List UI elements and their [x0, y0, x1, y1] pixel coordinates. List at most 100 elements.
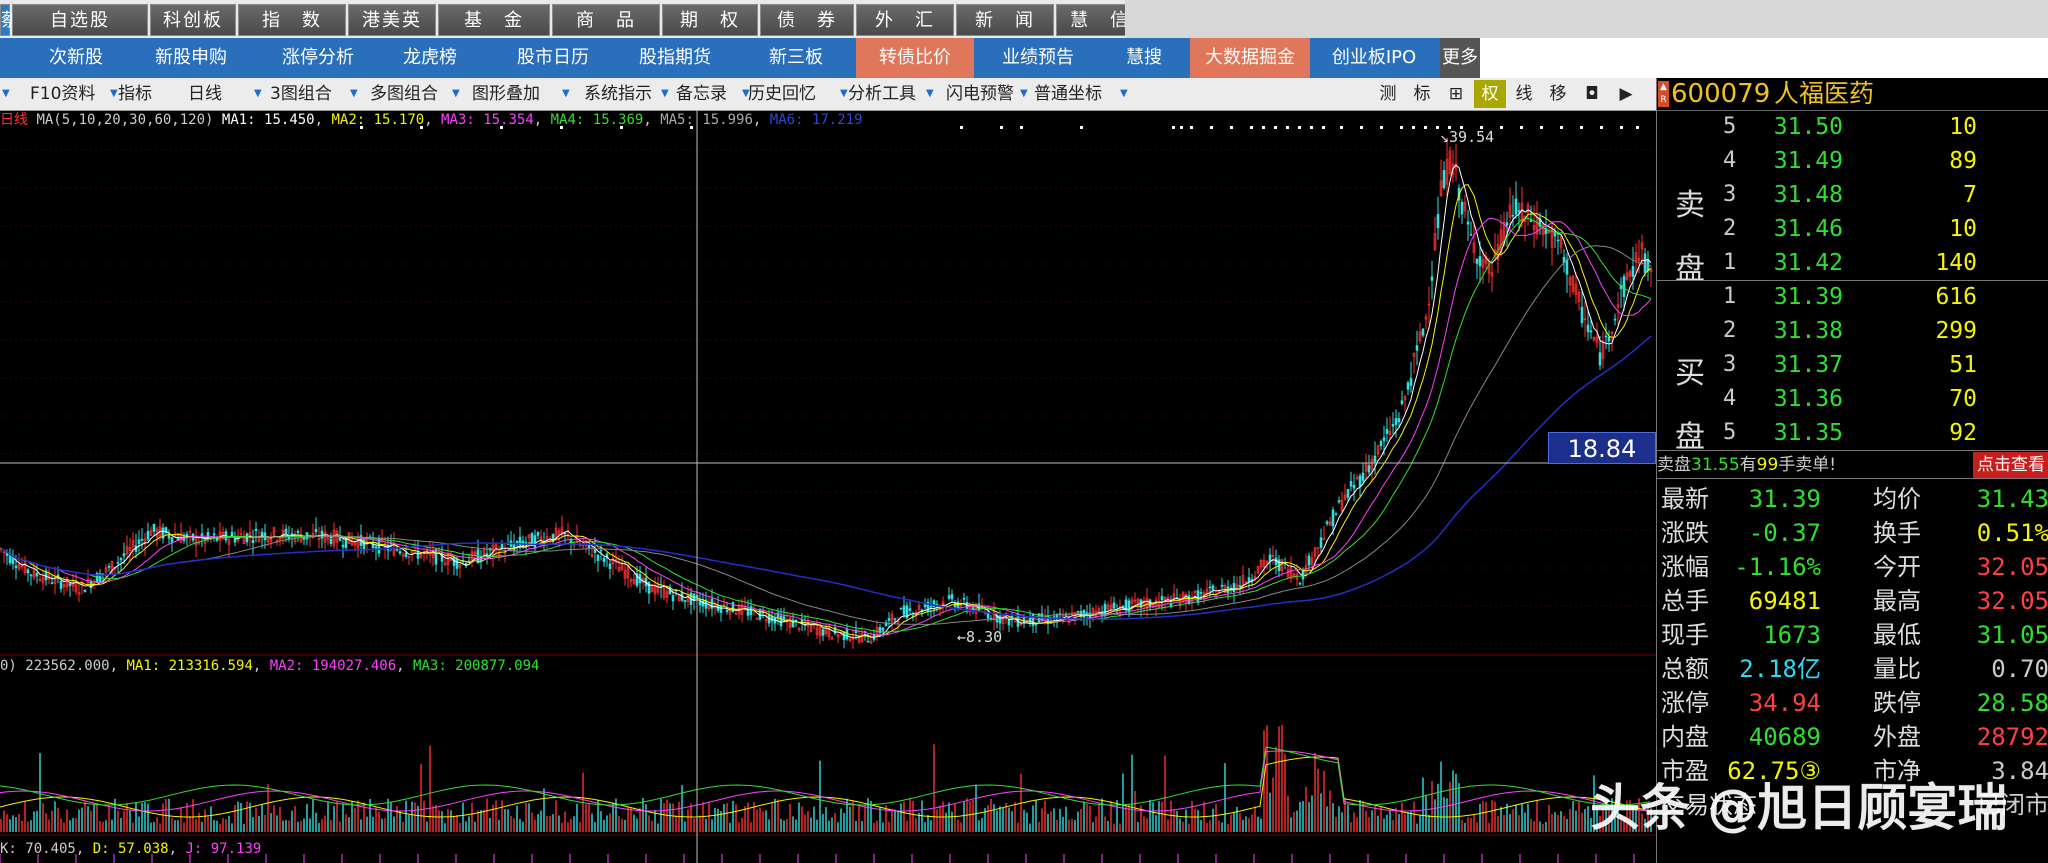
top-tab-5[interactable]: 基 金 — [438, 4, 550, 36]
buy-level-row[interactable]: 4 31.36 70 — [1657, 382, 2048, 416]
period-label: 日线 — [0, 112, 28, 128]
toolbar-dropdown-icon[interactable]: ▼ — [350, 80, 360, 108]
top-tab-3[interactable]: 指 数 — [238, 4, 346, 36]
sell-level-row[interactable]: 4 31.49 89 — [1657, 144, 2048, 178]
candle-body — [758, 608, 762, 620]
top-tab-1[interactable]: 自选股 — [12, 4, 148, 36]
candle-body — [1352, 484, 1356, 489]
candle-body — [866, 640, 870, 643]
nav-item-1[interactable]: 新股申购 — [136, 38, 246, 78]
candle-body — [1598, 352, 1602, 366]
nav-item-5[interactable]: 股指期货 — [620, 38, 730, 78]
toolbar-item-6[interactable]: 系统指示 — [584, 80, 652, 108]
buy-price: 31.36 — [1773, 386, 1843, 412]
sell-level-row[interactable]: 3 31.48 7 — [1657, 178, 2048, 212]
toolbar-item-8[interactable]: 历史回忆 — [748, 80, 816, 108]
stat-value: 2.18亿 — [1739, 655, 1821, 683]
feature-nav-bar: 次新股 新股申购 涨停分析 龙虎榜 股市日历 股指期货 新三板 转债比价 业绩预告 慧搜 大数据掘金… — [0, 38, 2048, 78]
toolbar-item-1[interactable]: 指标 — [118, 80, 152, 108]
toolbar-item-7[interactable]: 备忘录 — [676, 80, 727, 108]
top-tab-7[interactable]: 期 权 — [662, 4, 758, 36]
sell-level-row[interactable]: 2 31.46 10 — [1657, 212, 2048, 246]
nav-item-10[interactable]: 大数据掘金 — [1190, 38, 1310, 78]
chart-tool-0[interactable]: 测 — [1372, 80, 1404, 108]
toolbar-item-10[interactable]: 闪电预警 — [946, 80, 1014, 108]
event-marker — [1360, 126, 1363, 129]
event-marker — [1636, 126, 1639, 129]
kline-chart[interactable]: ↘39.54 ←8.30 — [0, 110, 1656, 863]
candle-body — [563, 532, 567, 535]
candle-body — [1604, 335, 1608, 338]
toolbar-dropdown-icon[interactable]: ▼ — [254, 80, 264, 108]
candle-body — [1160, 595, 1164, 601]
candle-body — [683, 600, 687, 602]
chart-tool-3[interactable]: 权 — [1474, 80, 1506, 108]
chart-tool-5[interactable]: 移 — [1542, 80, 1574, 108]
candle-body — [1199, 592, 1203, 594]
nav-item-3[interactable]: 龙虎榜 — [380, 38, 480, 78]
sell-level-row[interactable]: 5 31.50 10 — [1657, 110, 2048, 144]
candle-body — [947, 595, 951, 599]
candle-body — [59, 580, 63, 590]
top-tab-4[interactable]: 港美英 — [348, 4, 436, 36]
top-tab-8[interactable]: 债 券 — [760, 4, 854, 36]
candle-body — [1367, 465, 1371, 473]
toolbar-item-9[interactable]: 分析工具 — [848, 80, 916, 108]
buy-level-row[interactable]: 3 31.37 51 — [1657, 348, 2048, 382]
buy-level-row[interactable]: 5 31.35 92 — [1657, 416, 2048, 450]
toolbar-dropdown-icon[interactable]: ▼ — [661, 80, 671, 108]
stat-value: 34.94 — [1748, 689, 1821, 717]
toolbar-item-2[interactable]: 日线 — [188, 80, 222, 108]
candle-body — [296, 531, 300, 533]
toolbar-dropdown-icon[interactable]: ▼ — [1020, 80, 1030, 108]
vol-ma2-value: MA2: 194027.406 — [269, 658, 397, 674]
sell-price: 31.49 — [1773, 148, 1843, 174]
top-tab-10[interactable]: 新 闻 — [956, 4, 1054, 36]
nav-item-0[interactable]: 次新股 — [20, 38, 132, 78]
nav-item-12[interactable]: 更多 — [1440, 38, 1480, 78]
candle-body — [779, 615, 783, 627]
top-tab-0[interactable]: 蔡 — [0, 4, 19, 36]
nav-item-4[interactable]: 股市日历 — [500, 38, 606, 78]
toolbar-item-0[interactable]: F10资料 — [30, 80, 95, 108]
chart-tool-6[interactable]: ◘ — [1576, 80, 1608, 108]
top-tab-2[interactable]: 科创板 — [150, 4, 236, 36]
toolbar-item-5[interactable]: 图形叠加 — [472, 80, 540, 108]
buy-level: 1 — [1723, 284, 1737, 309]
toolbar-dropdown-icon[interactable]: ▼ — [2, 80, 12, 108]
nav-bar-tail — [1440, 38, 2048, 78]
buy-level-row[interactable]: 1 31.39 616 — [1657, 280, 2048, 314]
candle-body — [107, 565, 111, 568]
chart-toolbar: ▼ ▼ ▼ ▼ ▼ ▼ ▼ ▼ ▼ ▼ ▼ ▼ F10资料 指标 日线 3图组合 多图组合 图形叠加 系统指示 备忘录… — [0, 78, 1656, 111]
nav-item-6[interactable]: 新三板 — [740, 38, 852, 78]
volume-value: 0) 223562.000 — [0, 658, 110, 674]
top-tab-6[interactable]: 商 品 — [552, 4, 660, 36]
chart-tool-1[interactable]: 标 — [1406, 80, 1438, 108]
sell-level-row[interactable]: 1 31.42 140 — [1657, 246, 2048, 280]
toolbar-dropdown-icon[interactable]: ▼ — [562, 80, 572, 108]
top-tab-9[interactable]: 外 汇 — [856, 4, 954, 36]
candle-body — [1211, 585, 1215, 590]
nav-item-2[interactable]: 涨停分析 — [260, 38, 376, 78]
chart-tool-2[interactable]: ⊞ — [1440, 80, 1472, 108]
toolbar-item-11[interactable]: 普通坐标 — [1034, 80, 1102, 108]
candle-body — [1298, 582, 1302, 585]
event-marker — [1180, 126, 1183, 129]
toolbar-dropdown-icon[interactable]: ▼ — [452, 80, 462, 108]
candle-body — [1442, 170, 1446, 188]
toolbar-dropdown-icon[interactable]: ▼ — [926, 80, 936, 108]
candle-body — [1187, 595, 1191, 604]
nav-item-11[interactable]: 创业板IPO — [1316, 38, 1432, 78]
chart-tool-7[interactable]: ▶ — [1610, 80, 1642, 108]
toolbar-dropdown-icon[interactable]: ▼ — [1120, 80, 1130, 108]
candle-body — [56, 574, 60, 577]
click-view-button[interactable]: 点击查看 — [1973, 452, 2048, 478]
nav-item-8[interactable]: 业绩预告 — [980, 38, 1096, 78]
toolbar-item-3[interactable]: 3图组合 — [270, 80, 332, 108]
nav-item-7[interactable]: 转债比价 — [856, 38, 974, 78]
buy-level-row[interactable]: 2 31.38 299 — [1657, 314, 2048, 348]
nav-item-9[interactable]: 慧搜 — [1100, 38, 1188, 78]
toolbar-item-4[interactable]: 多图组合 — [370, 80, 438, 108]
chart-tool-4[interactable]: 线 — [1508, 80, 1540, 108]
sell-order-notice[interactable]: 卖盘31.55有99手卖单! 点击查看 — [1657, 452, 2048, 478]
